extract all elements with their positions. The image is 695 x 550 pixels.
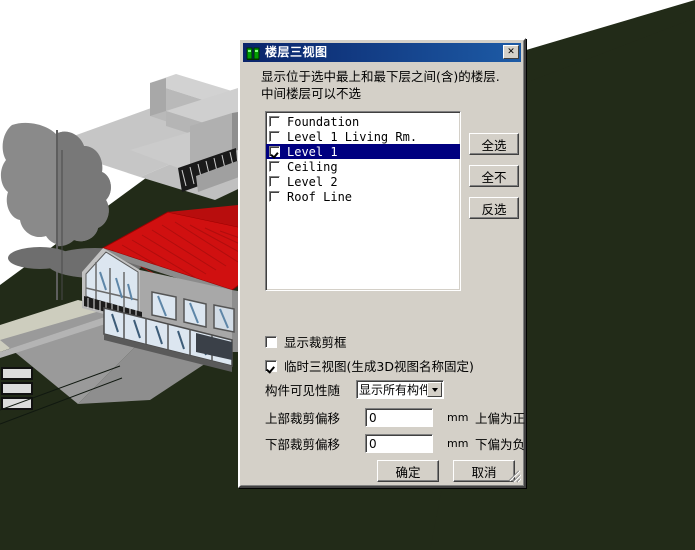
checkbox-icon[interactable] <box>269 191 280 202</box>
top-offset-label: 上部裁剪偏移 <box>265 411 341 426</box>
checkbox-icon[interactable] <box>265 335 277 348</box>
dialog-title: 楼层三视图 <box>265 45 328 59</box>
top-offset-unit: mm <box>447 411 469 424</box>
bottom-offset-unit: mm <box>447 437 469 450</box>
level-listbox[interactable]: Foundation Level 1 Living Rm. Level 1 Ce… <box>265 111 461 291</box>
list-item[interactable]: Level 1 <box>266 144 460 159</box>
close-icon[interactable]: ✕ <box>503 45 519 59</box>
description-line-1: 显示位于选中最上和最下层之间(含)的楼层. <box>261 69 500 84</box>
visibility-selected-value: 显示所有构件 <box>359 383 432 397</box>
building-icon <box>245 45 261 61</box>
checkbox-checked-icon[interactable] <box>265 359 277 372</box>
list-item[interactable]: Roof Line <box>266 189 460 204</box>
visibility-row: 构件可见性随 显示所有构件 <box>265 380 445 399</box>
list-item-label: Level 1 Living Rm. <box>287 129 418 144</box>
list-item-label: Roof Line <box>287 189 353 204</box>
list-item-label: Level 1 <box>287 144 338 159</box>
resize-grip[interactable] <box>507 469 521 483</box>
wall-left-return <box>150 78 166 116</box>
list-item[interactable]: Foundation <box>266 114 460 129</box>
top-offset-note: 上偏为正 <box>475 411 526 426</box>
bottom-offset-input[interactable]: 0 <box>365 434 433 453</box>
show-clip-box-label: 显示裁剪框 <box>284 335 347 350</box>
visibility-label: 构件可见性随 <box>265 383 341 398</box>
bottom-offset-note: 下偏为负 <box>475 437 526 452</box>
select-none-button[interactable]: 全不 <box>469 165 519 187</box>
checkbox-icon[interactable] <box>269 176 280 187</box>
exterior-steps <box>1 367 33 410</box>
checkbox-icon[interactable] <box>269 131 280 142</box>
visibility-dropdown[interactable]: 显示所有构件 <box>356 380 445 399</box>
bottom-clip-offset-row: 下部裁剪偏移 0 mm 下偏为负 <box>265 434 525 453</box>
dialog-inner-frame: 楼层三视图 ✕ 显示位于选中最上和最下层之间(含)的楼层. 中间楼层可以不选 F… <box>240 40 525 486</box>
list-item[interactable]: Level 1 Living Rm. <box>266 129 460 144</box>
invert-selection-button[interactable]: 反选 <box>469 197 519 219</box>
list-item-label: Foundation <box>287 114 360 129</box>
list-item-label: Ceiling <box>287 159 338 174</box>
chevron-down-icon[interactable] <box>427 382 443 397</box>
checkbox-icon[interactable] <box>269 161 280 172</box>
checkbox-icon[interactable] <box>269 116 280 127</box>
top-clip-offset-row: 上部裁剪偏移 0 mm 上偏为正 <box>265 408 525 427</box>
description-line-2: 中间楼层可以不选 <box>261 86 362 101</box>
temp-3view-checkbox-row[interactable]: 临时三视图(生成3D视图名称固定) <box>265 356 474 375</box>
checkbox-checked-icon[interactable] <box>269 146 280 157</box>
ok-button[interactable]: 确定 <box>377 460 439 482</box>
dialog-description: 显示位于选中最上和最下层之间(含)的楼层. 中间楼层可以不选 <box>261 68 511 102</box>
list-item[interactable]: Ceiling <box>266 159 460 174</box>
list-item-label: Level 2 <box>287 174 338 189</box>
floor-3view-dialog[interactable]: 楼层三视图 ✕ 显示位于选中最上和最下层之间(含)的楼层. 中间楼层可以不选 F… <box>238 38 526 488</box>
select-all-button[interactable]: 全选 <box>469 133 519 155</box>
cancel-button[interactable]: 取消 <box>453 460 515 482</box>
bottom-offset-label: 下部裁剪偏移 <box>265 437 341 452</box>
list-item[interactable]: Level 2 <box>266 174 460 189</box>
dialog-titlebar[interactable]: 楼层三视图 ✕ <box>243 43 521 62</box>
temp-3view-label: 临时三视图(生成3D视图名称固定) <box>284 359 474 374</box>
top-offset-input[interactable]: 0 <box>365 408 433 427</box>
show-clip-box-checkbox-row[interactable]: 显示裁剪框 <box>265 332 347 351</box>
